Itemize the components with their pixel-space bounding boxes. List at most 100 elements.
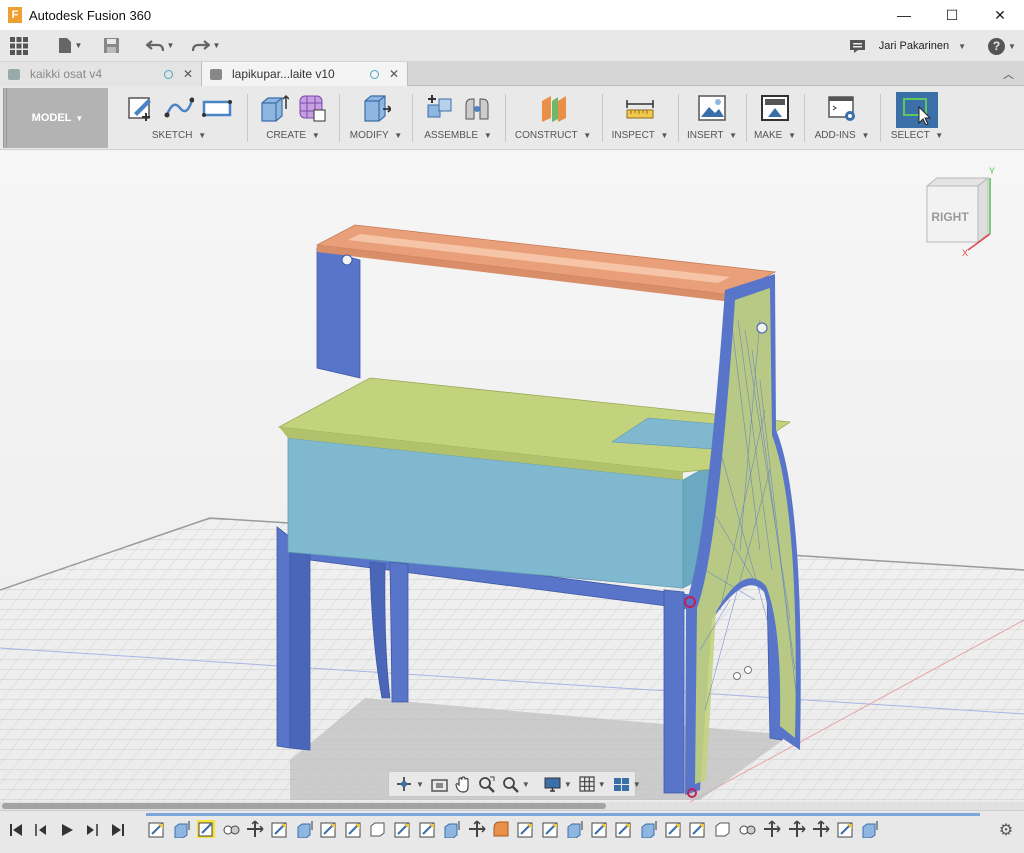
go-to-end-button[interactable] [108, 820, 128, 840]
timeline-feature-sketch-icon[interactable] [345, 820, 363, 838]
timeline-feature-extrude-icon[interactable] [861, 820, 879, 839]
step-back-button[interactable] [31, 820, 51, 840]
timeline-feature-joint-icon[interactable] [222, 820, 240, 838]
insert-menu-button[interactable]: INSERT [687, 130, 723, 141]
timeline-feature-extrude-icon[interactable] [566, 820, 584, 839]
save-icon [103, 38, 119, 53]
make-menu-button[interactable]: MAKE [754, 130, 782, 141]
timeline-feature-extrude-icon[interactable] [296, 820, 314, 839]
chevron-down-icon: ▼ [729, 131, 737, 140]
new-component-icon[interactable] [424, 93, 454, 123]
timeline-feature-sketch-icon[interactable] [419, 820, 437, 838]
timeline-feature-sketch-icon[interactable] [394, 820, 412, 838]
timeline-feature-sketch-icon[interactable] [615, 820, 633, 838]
close-window-button[interactable]: ✕ [976, 0, 1024, 30]
form-cage-icon[interactable] [297, 93, 327, 123]
close-tab-icon[interactable]: ✕ [389, 67, 399, 81]
display-settings-button[interactable]: ▼ [544, 777, 572, 792]
maximize-button[interactable]: ☐ [928, 0, 976, 30]
add-ins-group: ADD-INS ▼ [809, 88, 875, 148]
timeline-feature-box-icon[interactable] [714, 820, 732, 838]
3d-print-icon[interactable] [760, 93, 790, 123]
look-at-button[interactable] [431, 777, 448, 792]
user-menu-button[interactable]: Jari Pakarinen [879, 40, 949, 52]
viewports-icon [613, 777, 629, 791]
timeline-feature-sketch-icon[interactable] [837, 820, 855, 838]
component-icon [8, 68, 20, 80]
inspect-menu-button[interactable]: INSPECT [612, 130, 655, 141]
file-menu-button[interactable]: ▼ [48, 30, 92, 62]
undo-icon [145, 39, 164, 51]
tab-lapikupar-laite[interactable]: lapikupar...laite v10 ✕ [202, 62, 408, 86]
timeline-feature-sketch-icon[interactable] [148, 820, 166, 838]
zoom-window-button[interactable] [478, 776, 495, 793]
play-icon [62, 824, 73, 836]
spline-icon[interactable] [164, 93, 194, 123]
collapse-tabs-icon[interactable]: ︿ [1003, 66, 1014, 82]
go-to-start-button[interactable] [6, 820, 26, 840]
tab-kaikki-osat[interactable]: kaikki osat v4 ✕ [0, 62, 202, 86]
notifications-button[interactable] [847, 30, 869, 62]
timeline-feature-sketch-icon[interactable] [517, 820, 535, 838]
minimize-button[interactable]: — [880, 0, 928, 30]
workspace-switcher[interactable]: MODEL ▼ [3, 88, 108, 148]
create-menu-button[interactable]: CREATE [266, 130, 306, 141]
orbit-button[interactable]: ▼ [395, 776, 424, 792]
zoom-button[interactable]: ▼ [502, 776, 530, 793]
timeline-feature-extrude-icon[interactable] [640, 820, 658, 839]
timeline-feature-sketch-icon[interactable] [591, 820, 609, 838]
model-scene[interactable]: RIGHT Y X [0, 150, 1024, 802]
timeline-feature-extrude-icon[interactable] [443, 820, 461, 839]
timeline-feature-move-icon[interactable] [788, 820, 806, 838]
pan-button[interactable] [455, 775, 471, 793]
extrude-box-icon[interactable] [259, 93, 289, 123]
canvas-viewport[interactable]: RIGHT Y X ▼ ▼ ▼ ▼ ▼ [0, 150, 1024, 802]
timeline-feature-joint-icon[interactable] [738, 820, 756, 838]
timeline-feature-move-icon[interactable] [468, 820, 486, 838]
scripts-icon[interactable] [827, 93, 857, 123]
timeline-scrollbar[interactable] [0, 802, 1024, 810]
timeline-feature-sketch-icon[interactable] [320, 820, 338, 838]
timeline-feature-move-icon[interactable] [763, 820, 781, 838]
data-panel-button[interactable] [0, 30, 38, 62]
help-button[interactable]: ? ▼ [980, 30, 1024, 62]
save-button[interactable] [96, 30, 126, 62]
timeline-feature-sketch-icon[interactable] [271, 820, 289, 838]
viewports-button[interactable]: ▼ [613, 777, 641, 792]
construct-plane-icon[interactable] [538, 93, 568, 123]
construct-menu-button[interactable]: CONSTRUCT [515, 130, 578, 141]
sketch-create-icon[interactable] [126, 93, 156, 123]
measure-icon[interactable] [625, 93, 655, 123]
play-button[interactable] [57, 820, 77, 840]
timeline-settings-button[interactable]: ⚙ [996, 820, 1016, 840]
redo-button[interactable]: ▼ [186, 30, 226, 62]
select-window-icon[interactable] [902, 95, 932, 125]
press-pull-icon[interactable] [361, 93, 391, 123]
rectangle-icon[interactable] [202, 93, 232, 123]
modify-menu-button[interactable]: MODIFY [350, 130, 389, 141]
select-menu-button[interactable]: SELECT [891, 130, 930, 141]
chevron-down-icon: ▼ [632, 779, 641, 789]
scrollbar-thumb[interactable] [2, 803, 606, 809]
timeline-feature-move-icon[interactable] [246, 820, 264, 838]
timeline-feature-sketch-icon[interactable] [689, 820, 707, 838]
joint-icon[interactable] [462, 93, 492, 123]
timeline-feature-fillet-icon[interactable] [492, 820, 510, 838]
timeline-feature-sketch-hl-icon[interactable] [197, 820, 216, 838]
step-forward-button[interactable] [82, 820, 102, 840]
timeline-feature-sketch-icon[interactable] [542, 820, 560, 838]
timeline-feature-extrude-icon[interactable] [173, 820, 191, 839]
timeline-feature-move-icon[interactable] [812, 820, 830, 838]
insert-image-icon[interactable] [697, 93, 727, 123]
timeline-feature-sketch-icon[interactable] [665, 820, 683, 838]
undo-button[interactable]: ▼ [140, 30, 180, 62]
close-tab-icon[interactable]: ✕ [183, 67, 193, 81]
sketch-menu-button[interactable]: SKETCH [152, 130, 193, 141]
grid-settings-button[interactable]: ▼ [579, 776, 606, 792]
gear-icon: ⚙ [998, 822, 1014, 839]
sketch-group: SKETCH ▼ [116, 88, 242, 148]
timeline-feature-box-icon[interactable] [369, 820, 387, 838]
add-ins-menu-button[interactable]: ADD-INS [815, 130, 856, 141]
chevron-down-icon: ▼ [958, 41, 966, 51]
assemble-menu-button[interactable]: ASSEMBLE [424, 130, 478, 141]
